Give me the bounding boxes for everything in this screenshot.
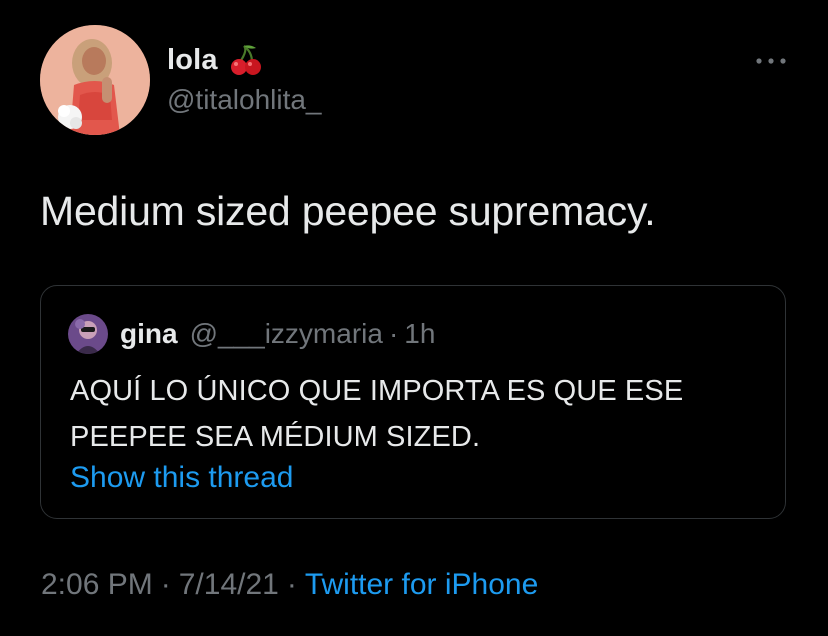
show-thread-link[interactable]: Show this thread [70, 461, 293, 495]
separator-dot: · [388, 318, 399, 349]
author-handle[interactable]: @titalohlita_ [167, 84, 322, 116]
tweet-time[interactable]: 2:06 PM [41, 568, 153, 602]
tweet-source-link[interactable]: Twitter for iPhone [305, 568, 538, 602]
author-avatar[interactable] [40, 25, 150, 135]
quoted-author-name: gina [120, 318, 178, 349]
quoted-tweet-header: gina @___izzymaria · 1h [68, 314, 436, 354]
quoted-tweet-time: 1h [404, 318, 436, 349]
more-options-button[interactable] [754, 52, 788, 70]
quoted-author-avatar [68, 314, 108, 354]
quoted-tweet-text-line: AQUÍ LO ÚNICO QUE IMPORTA ES QUE ESE [70, 375, 684, 407]
separator-dot: · [160, 568, 171, 601]
cherry-icon [228, 42, 264, 78]
profile-photo-image [40, 25, 150, 135]
tweet-detail: lola @titalohlita_ Medium sized peepee s… [0, 0, 828, 636]
separator-dot: · [286, 568, 297, 601]
quoted-author-handle: @___izzymaria [189, 318, 383, 349]
quoted-tweet-card[interactable]: gina @___izzymaria · 1h AQUÍ LO ÚNICO QU… [40, 285, 786, 519]
author-name-row: lola [167, 40, 264, 80]
quoted-tweet-text: AQUÍ LO ÚNICO QUE IMPORTA ES QUE ESE PEE… [70, 368, 750, 460]
tweet-meta: 2:06 PM · 7/14/21 · Twitter for iPhone [41, 568, 538, 602]
tweet-text: Medium sized peepee supremacy. [40, 188, 656, 234]
quoted-tweet-text-line: PEEPEE SEA MÉDIUM SIZED. [70, 421, 481, 453]
more-horizontal-icon [756, 58, 786, 64]
author-display-name[interactable]: lola [167, 44, 218, 77]
profile-photo-image [68, 314, 108, 354]
tweet-date[interactable]: 7/14/21 [179, 568, 279, 602]
